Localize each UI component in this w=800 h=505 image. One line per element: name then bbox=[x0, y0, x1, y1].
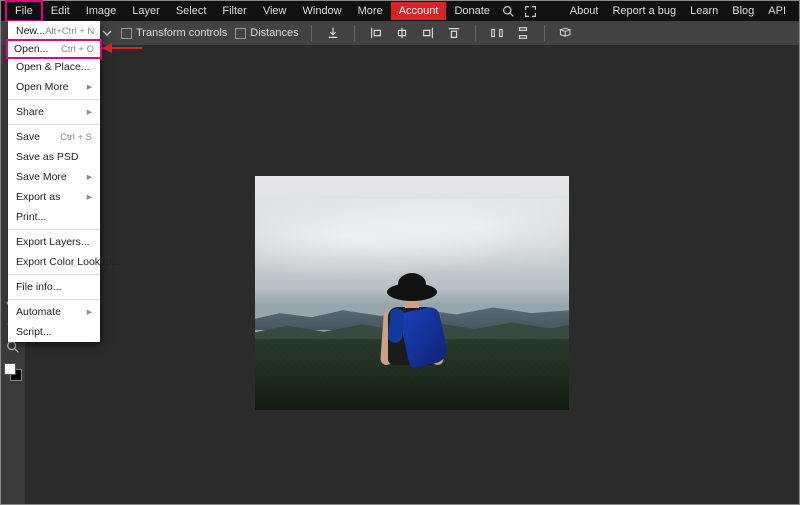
menu-label: Export Color Lookup... bbox=[16, 256, 120, 268]
menu-script[interactable]: Script... bbox=[8, 322, 100, 342]
checkbox-icon bbox=[235, 28, 246, 39]
menu-image[interactable]: Image bbox=[78, 2, 125, 20]
canvas-area[interactable] bbox=[25, 45, 799, 504]
separator bbox=[8, 99, 100, 100]
separator bbox=[544, 25, 545, 41]
menubar: File Edit Image Layer Select Filter View… bbox=[1, 1, 799, 21]
menu-save-psd[interactable]: Save as PSD bbox=[8, 147, 100, 167]
menu-export-layers[interactable]: Export Layers... bbox=[8, 232, 100, 252]
align-top-icon[interactable] bbox=[445, 24, 463, 42]
file-dropdown: New...Alt+Ctrl + N Open... Ctrl + O Open … bbox=[8, 21, 100, 342]
submenu-arrow-icon: ▸ bbox=[87, 171, 92, 183]
menu-label: Export as bbox=[16, 191, 60, 203]
menu-more[interactable]: More bbox=[350, 2, 391, 20]
distances-toggle[interactable]: Distances bbox=[235, 27, 298, 39]
download-icon[interactable] bbox=[324, 24, 342, 42]
menu-export-color-lookup[interactable]: Export Color Lookup... bbox=[8, 252, 100, 272]
submenu-arrow-icon: ▸ bbox=[87, 191, 92, 203]
menu-label: Open & Place... bbox=[16, 61, 90, 73]
menu-save-more[interactable]: Save More ▸ bbox=[8, 167, 100, 187]
search-icon[interactable] bbox=[501, 3, 517, 19]
shortcut-label: Ctrl + S bbox=[60, 132, 92, 143]
menu-label: Script... bbox=[16, 326, 52, 338]
distribute-v-icon[interactable] bbox=[514, 24, 532, 42]
menu-file-info[interactable]: File info... bbox=[8, 277, 100, 297]
submenu-arrow-icon: ▸ bbox=[87, 306, 92, 318]
submenu-arrow-icon: ▸ bbox=[87, 106, 92, 118]
menu-view[interactable]: View bbox=[255, 2, 295, 20]
submenu-arrow-icon: ▸ bbox=[87, 81, 92, 93]
menu-new[interactable]: New...Alt+Ctrl + N bbox=[8, 21, 100, 41]
link-api[interactable]: API bbox=[761, 2, 793, 20]
shortcut-label: Alt+Ctrl + N bbox=[45, 26, 94, 37]
separator bbox=[8, 274, 100, 275]
transform-controls-toggle[interactable]: Transform controls bbox=[121, 27, 227, 39]
transform-3d-icon[interactable] bbox=[557, 24, 575, 42]
menu-label: Open... bbox=[14, 43, 48, 55]
menu-label: New... bbox=[16, 25, 45, 37]
menu-label: Print... bbox=[16, 211, 46, 223]
menu-donate[interactable]: Donate bbox=[446, 2, 497, 20]
link-learn[interactable]: Learn bbox=[683, 2, 725, 20]
menu-automate[interactable]: Automate ▸ bbox=[8, 302, 100, 322]
menu-label: Save as PSD bbox=[16, 151, 78, 163]
menu-label: Export Layers... bbox=[16, 236, 90, 248]
link-about[interactable]: About bbox=[563, 2, 606, 20]
menu-open-place[interactable]: Open & Place... bbox=[8, 57, 100, 77]
menu-label: Open More bbox=[16, 81, 69, 93]
menu-open[interactable]: Open... Ctrl + O bbox=[6, 39, 102, 59]
distribute-h-icon[interactable] bbox=[488, 24, 506, 42]
chevron-down-icon[interactable] bbox=[101, 28, 113, 38]
menu-export-as[interactable]: Export as ▸ bbox=[8, 187, 100, 207]
menu-label: Automate bbox=[16, 306, 61, 318]
document-canvas[interactable] bbox=[255, 176, 569, 410]
link-report-bug[interactable]: Report a bug bbox=[605, 2, 683, 20]
separator bbox=[311, 25, 312, 41]
checkbox-icon bbox=[121, 28, 132, 39]
align-center-h-icon[interactable] bbox=[393, 24, 411, 42]
menu-select[interactable]: Select bbox=[168, 2, 215, 20]
separator bbox=[8, 229, 100, 230]
separator bbox=[354, 25, 355, 41]
menu-label: Save bbox=[16, 131, 40, 143]
separator bbox=[475, 25, 476, 41]
fullscreen-icon[interactable] bbox=[523, 3, 539, 19]
menu-file[interactable]: File bbox=[5, 0, 43, 22]
foreground-color-swatch[interactable] bbox=[4, 363, 16, 375]
align-right-icon[interactable] bbox=[419, 24, 437, 42]
menu-print[interactable]: Print... bbox=[8, 207, 100, 227]
menu-share[interactable]: Share ▸ bbox=[8, 102, 100, 122]
menu-account[interactable]: Account bbox=[391, 2, 447, 20]
separator bbox=[8, 124, 100, 125]
transform-label: Transform controls bbox=[136, 27, 227, 39]
link-blog[interactable]: Blog bbox=[725, 2, 761, 20]
shortcut-label: Ctrl + O bbox=[61, 44, 94, 55]
menu-open-more[interactable]: Open More ▸ bbox=[8, 77, 100, 97]
callout-arrow-icon bbox=[102, 41, 142, 55]
menu-window[interactable]: Window bbox=[295, 2, 350, 20]
menu-label: Save More bbox=[16, 171, 67, 183]
menu-layer[interactable]: Layer bbox=[124, 2, 168, 20]
separator bbox=[8, 299, 100, 300]
menu-edit[interactable]: Edit bbox=[43, 2, 78, 20]
distances-label: Distances bbox=[250, 27, 298, 39]
menu-label: Share bbox=[16, 106, 44, 118]
image-content bbox=[364, 283, 460, 409]
menu-filter[interactable]: Filter bbox=[214, 2, 254, 20]
menu-label: File info... bbox=[16, 281, 62, 293]
menu-save[interactable]: Save Ctrl + S bbox=[8, 127, 100, 147]
color-swatches[interactable] bbox=[4, 363, 22, 381]
align-left-icon[interactable] bbox=[367, 24, 385, 42]
